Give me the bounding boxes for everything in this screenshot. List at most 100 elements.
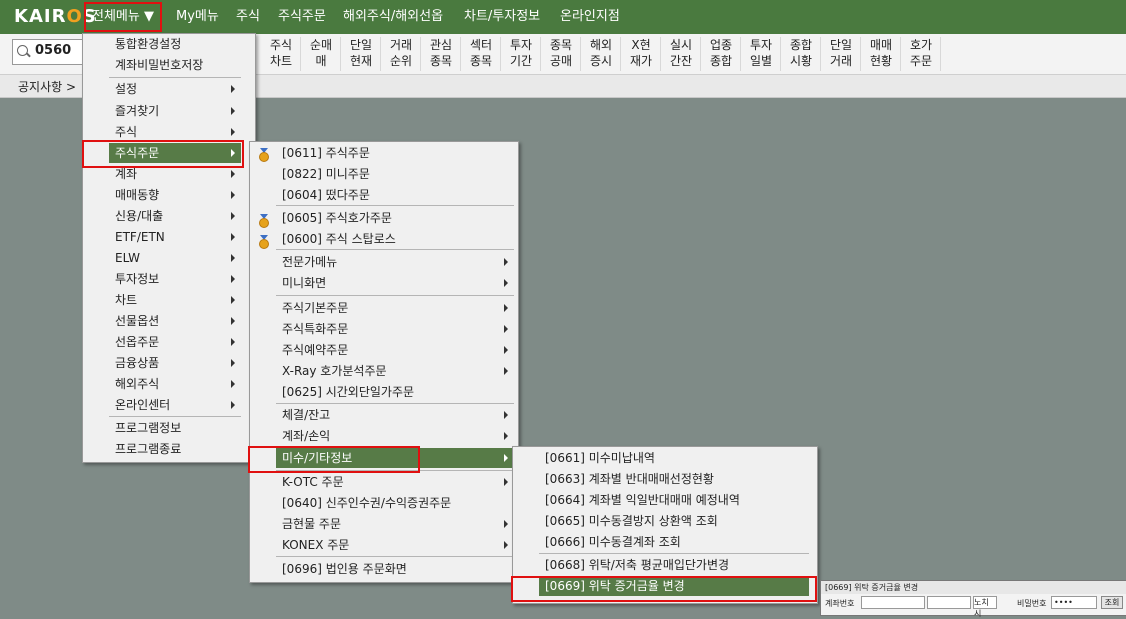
m3-item-4[interactable]: [0666] 미수동결계좌 조회 — [539, 532, 809, 552]
m2-item-16[interactable]: [0640] 신주인수권/수익증권주문 — [276, 493, 514, 513]
m3-item-0[interactable]: [0661] 미수미납내역 — [539, 448, 809, 468]
m1-item-13[interactable]: 선물옵션 — [109, 311, 241, 331]
menu-separator — [276, 249, 514, 250]
m1-item-12[interactable]: 차트 — [109, 290, 241, 310]
toolbar-button-12[interactable]: 투자 일별 — [742, 37, 781, 71]
m1-item-9[interactable]: ETF/ETN — [109, 227, 241, 247]
menu-separator — [276, 295, 514, 296]
m2-item-4[interactable]: [0600] 주식 스탑로스 — [276, 229, 514, 249]
m2-item-2[interactable]: [0604] 떴다주문 — [276, 185, 514, 205]
toolbar-button-11[interactable]: 업종 종합 — [702, 37, 741, 71]
m2-item-label: [0600] 주식 스탑로스 — [282, 232, 396, 246]
m1-item-18[interactable]: 프로그램정보 — [109, 418, 241, 438]
highlight-box-unpaid-info — [248, 446, 420, 473]
m2-item-label: K-OTC 주문 — [282, 475, 344, 489]
m2-item-label: [0822] 미니주문 — [282, 167, 370, 181]
toolbar-button-15[interactable]: 매매 현황 — [862, 37, 901, 71]
m2-item-19[interactable]: [0696] 법인용 주문화면 — [276, 559, 514, 579]
m2-item-12[interactable]: 체결/잔고 — [276, 405, 514, 425]
m1-item-8[interactable]: 신용/대출 — [109, 206, 241, 226]
menu-overseas[interactable]: 해외주식/해외선옵 — [343, 0, 443, 34]
m1-item-label: 프로그램종료 — [115, 442, 182, 456]
m2-item-0[interactable]: [0611] 주식주문 — [276, 143, 514, 163]
toolbar-button-9[interactable]: X현 재가 — [622, 37, 661, 71]
m2-item-15[interactable]: K-OTC 주문 — [276, 472, 514, 492]
toolbar-button-3[interactable]: 거래 순위 — [382, 37, 421, 71]
m1-item-17[interactable]: 온라인센터 — [109, 395, 241, 415]
m1-item-15[interactable]: 금융상품 — [109, 353, 241, 373]
m1-item-0[interactable]: 통합환경설정 — [109, 34, 241, 54]
chevron-right-icon — [504, 346, 508, 354]
menu-online-branch[interactable]: 온라인지점 — [560, 0, 620, 34]
screen-search-input[interactable]: 0560 — [12, 39, 86, 65]
m2-item-6[interactable]: 미니화면 — [276, 273, 514, 293]
toolbar-button-line1: 섹터 — [469, 38, 493, 52]
m3-item-3[interactable]: [0665] 미수동결방지 상환액 조회 — [539, 511, 809, 531]
m3-item-label: [0663] 계좌별 반대매매선정현황 — [545, 472, 714, 486]
menu-chart-info[interactable]: 차트/투자정보 — [464, 0, 540, 34]
toolbar-button-5[interactable]: 섹터 종목 — [462, 37, 501, 71]
m1-item-4[interactable]: 주식 — [109, 122, 241, 142]
m1-item-19[interactable]: 프로그램종료 — [109, 439, 241, 459]
m2-item-11[interactable]: [0625] 시간외단일가주문 — [276, 382, 514, 402]
m1-item-label: 투자정보 — [115, 272, 160, 286]
menu-my[interactable]: My메뉴 — [176, 0, 219, 34]
m2-item-7[interactable]: 주식기본주문 — [276, 298, 514, 318]
m2-item-13[interactable]: 계좌/손익 — [276, 426, 514, 446]
m1-item-11[interactable]: 투자정보 — [109, 269, 241, 289]
toolbar-button-7[interactable]: 종목 공매 — [542, 37, 581, 71]
m2-item-1[interactable]: [0822] 미니주문 — [276, 164, 514, 184]
m1-item-label: 통합환경설정 — [115, 37, 182, 51]
m2-item-label: 주식특화주문 — [282, 322, 349, 336]
menu-separator — [276, 403, 514, 404]
m1-item-1[interactable]: 계좌비밀번호저장 — [109, 55, 241, 75]
menu-stock[interactable]: 주식 — [236, 0, 260, 34]
query-button[interactable]: 조회 — [1101, 596, 1123, 609]
toolbar-button-6[interactable]: 투자 기간 — [502, 37, 541, 71]
m2-item-label: [0605] 주식호가주문 — [282, 211, 392, 225]
toolbar-button-line1: 투자 — [749, 38, 773, 52]
m2-item-10[interactable]: X-Ray 호가분석주문 — [276, 361, 514, 381]
menu-stock-order[interactable]: 주식주문 — [278, 0, 326, 34]
medal-icon — [259, 235, 269, 249]
m3-item-2[interactable]: [0664] 계좌별 익일반대매매 예정내역 — [539, 490, 809, 510]
toolbar-button-8[interactable]: 해외 증시 — [582, 37, 621, 71]
m1-item-7[interactable]: 매매동향 — [109, 185, 241, 205]
toolbar-button-4[interactable]: 관심 종목 — [422, 37, 461, 71]
toolbar-button-2[interactable]: 단일 현재 — [342, 37, 381, 71]
toolbar-button-1[interactable]: 순매 매 — [302, 37, 341, 71]
chevron-right-icon — [231, 275, 235, 283]
m2-item-18[interactable]: KONEX 주문 — [276, 535, 514, 555]
password-input[interactable]: •••• — [1051, 596, 1097, 609]
highlight-box-stock-order — [82, 140, 244, 168]
search-icon — [17, 45, 28, 56]
m3-item-5[interactable]: [0668] 위탁/저축 평균매입단가변경 — [539, 555, 809, 575]
toolbar-button-line1: 주식 — [269, 38, 293, 52]
toolbar-button-10[interactable]: 실시 간잔 — [662, 37, 701, 71]
mini-window-title[interactable]: [0669] 위탁 증거금율 변경 — [821, 581, 1126, 594]
account-select[interactable] — [861, 596, 925, 609]
chevron-right-icon — [504, 411, 508, 419]
search-value: 0560 — [35, 43, 72, 58]
chevron-right-icon — [231, 233, 235, 241]
m2-item-5[interactable]: 전문가메뉴 — [276, 252, 514, 272]
m1-item-10[interactable]: ELW — [109, 248, 241, 268]
menu-all[interactable]: 전체메뉴 ▼ — [84, 2, 162, 32]
m3-item-1[interactable]: [0663] 계좌별 반대매매선정현황 — [539, 469, 809, 489]
m2-item-17[interactable]: 금현물 주문 — [276, 514, 514, 534]
toolbar-button-13[interactable]: 종합 시황 — [782, 37, 821, 71]
toolbar-button-line2: 기간 — [509, 54, 533, 68]
m2-item-3[interactable]: [0605] 주식호가주문 — [276, 208, 514, 228]
m2-item-8[interactable]: 주식특화주문 — [276, 319, 514, 339]
m1-item-2[interactable]: 설정 — [109, 79, 241, 99]
notice-label[interactable]: 공지사항 > — [18, 78, 76, 95]
toolbar-button-0[interactable]: 주식 차트 — [262, 37, 301, 71]
toolbar-button-14[interactable]: 단일 거래 — [822, 37, 861, 71]
toolbar-button-16[interactable]: 호가 주문 — [902, 37, 941, 71]
m1-item-16[interactable]: 해외주식 — [109, 374, 241, 394]
account-select-2[interactable] — [927, 596, 971, 609]
m1-item-3[interactable]: 즐겨찾기 — [109, 101, 241, 121]
m2-item-9[interactable]: 주식예약주문 — [276, 340, 514, 360]
m1-item-14[interactable]: 선옵주문 — [109, 332, 241, 352]
chevron-right-icon — [504, 541, 508, 549]
